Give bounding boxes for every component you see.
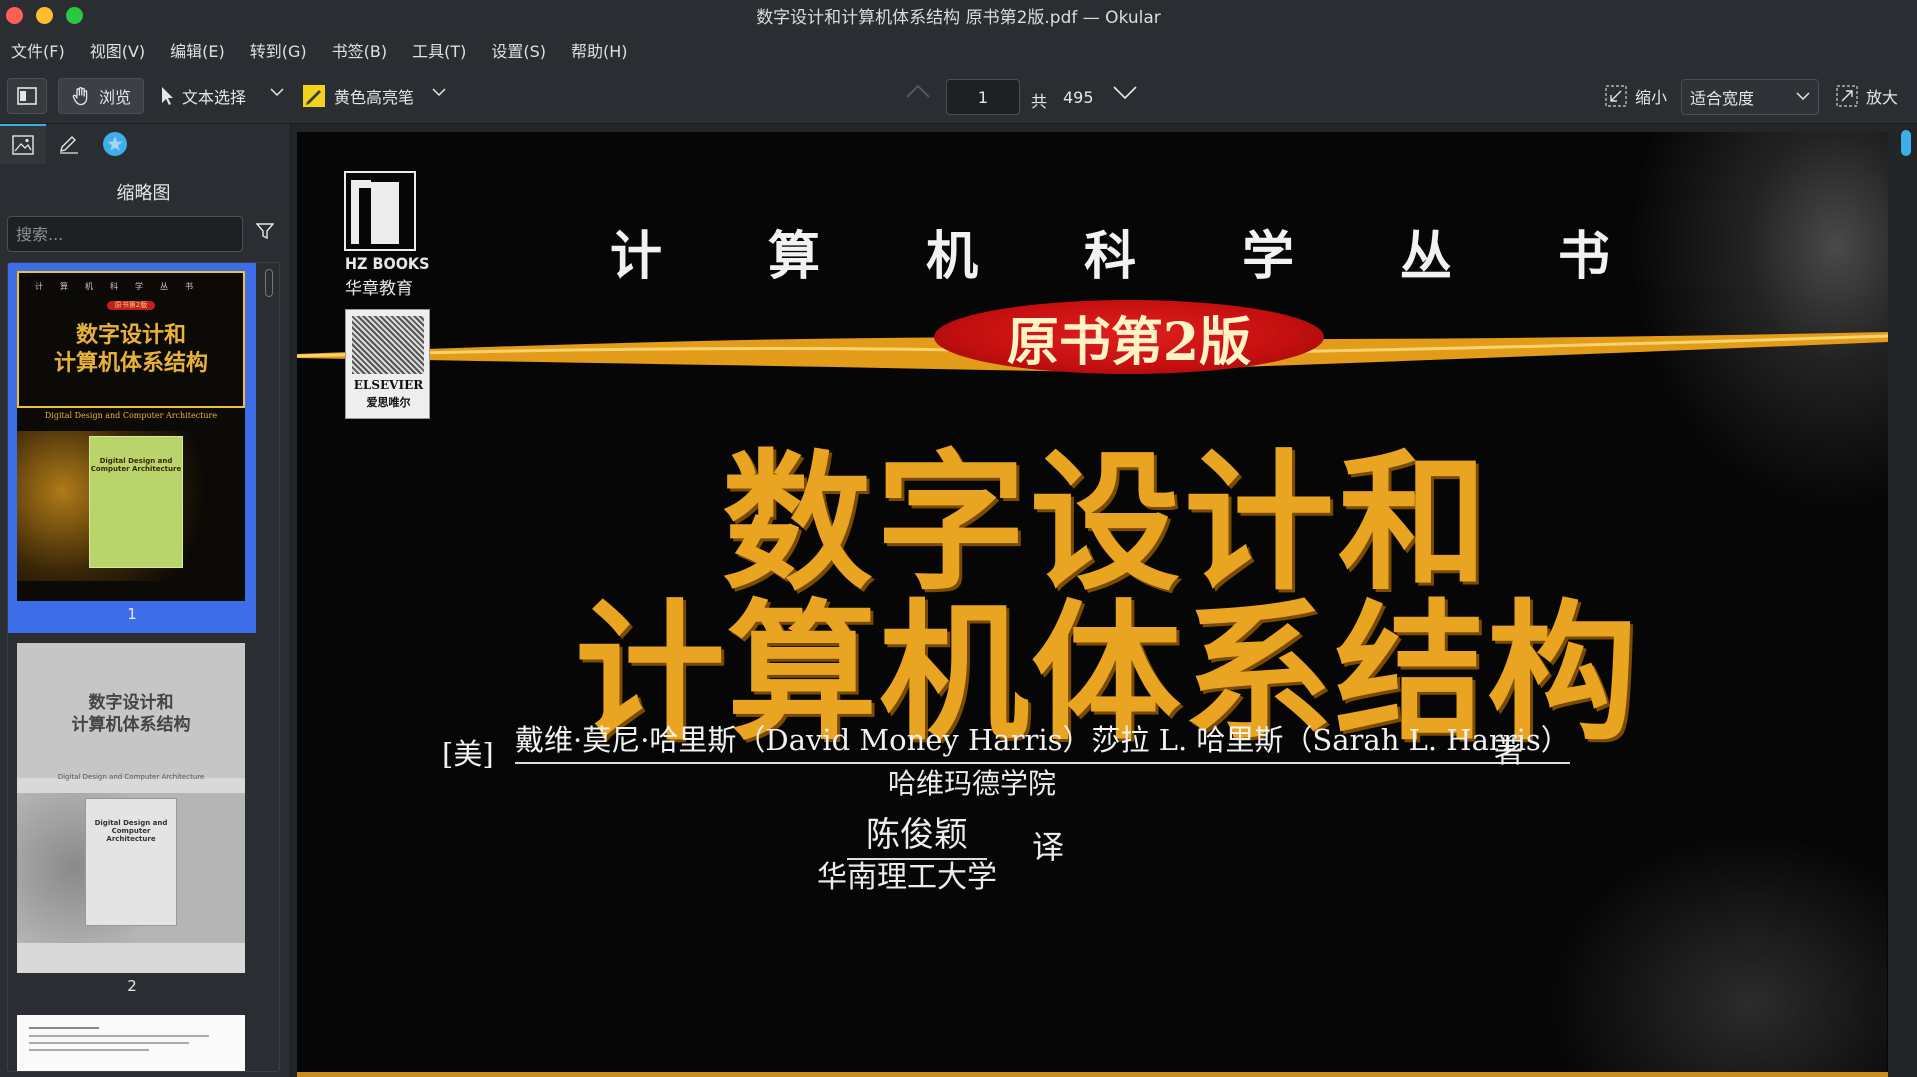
text-select-tool-button[interactable]: 文本选择 <box>160 78 246 114</box>
series-title: 计 算 机 科 学 丛 书 <box>610 214 1610 289</box>
author-names: 戴维·莫尼·哈里斯（David Money Harris）莎拉 L. 哈里斯（S… <box>515 717 1570 764</box>
menu-bookmarks[interactable]: 书签(B) <box>332 38 387 62</box>
highlighter-label: 黄色高亮笔 <box>334 88 415 107</box>
thumbnail-page-2[interactable]: 数字设计和 计算机体系结构 Digital Design and Compute… <box>8 635 256 1005</box>
sidebar-toggle-button[interactable] <box>7 78 47 114</box>
text-select-label: 文本选择 <box>182 88 247 107</box>
series-char: 学 <box>1241 227 1294 287</box>
menu-help[interactable]: 帮助(H) <box>571 38 628 62</box>
title-bar: 数字设计和计算机体系结构 原书第2版.pdf — Okular <box>0 0 1917 31</box>
thumbnail-inner-book-title: Digital Design and Computer Architecture <box>90 457 182 473</box>
thumbnail-scrollbar[interactable] <box>265 269 273 297</box>
series-char: 计 <box>610 227 663 287</box>
menu-edit[interactable]: 编辑(E) <box>170 38 225 62</box>
bookmark-star-icon <box>103 132 127 156</box>
series-char: 机 <box>925 227 978 287</box>
filter-icon[interactable] <box>256 222 274 240</box>
next-page-icon[interactable] <box>1112 85 1138 101</box>
thumbnail-page-3[interactable] <box>8 1007 256 1071</box>
elsevier-name: ELSEVIER <box>353 378 424 392</box>
thumbnail-inner-book-title: Digital Design and Computer Architecture <box>94 819 168 843</box>
menu-view[interactable]: 视图(V) <box>90 38 145 62</box>
thumbnail-title-line2: 计算机体系结构 <box>53 350 208 376</box>
page-of-label: 共 <box>1031 92 1048 111</box>
thumbnail-number: 1 <box>127 605 137 623</box>
thumbnail-series: 计算机科学丛书 <box>35 282 210 291</box>
marble-texture <box>1628 132 1888 512</box>
zoom-mode-select[interactable]: 适合宽度 <box>1681 79 1819 115</box>
menu-tools[interactable]: 工具(T) <box>412 38 466 62</box>
menu-bar: 文件(F) 视图(V) 编辑(E) 转到(G) 书签(B) 工具(T) 设置(S… <box>0 31 1917 69</box>
zoom-mode-value: 适合宽度 <box>1690 89 1755 108</box>
document-view[interactable]: HZ BOOKS 华章教育 计 算 机 科 学 丛 书 原书第2版 ELSEVI… <box>292 124 1917 1077</box>
left-sidebar: 缩略图 计算机科学丛书 原书第2版 数字设计和 计算机体系结构 Digital … <box>0 124 291 1077</box>
series-char: 丛 <box>1399 227 1452 287</box>
text-select-dropdown-icon[interactable] <box>270 87 284 97</box>
browse-label: 浏览 <box>99 88 132 107</box>
author-affiliation: 哈维玛德学院 <box>887 767 1056 800</box>
zoom-out-button[interactable]: 缩小 <box>1605 78 1667 114</box>
translator-suffix: 译 <box>1032 828 1065 866</box>
thumbnail-edition-badge: 原书第2版 <box>107 301 155 310</box>
marble-texture <box>1547 832 1887 1077</box>
series-char: 科 <box>1083 227 1136 287</box>
maximize-window-button[interactable] <box>66 7 83 24</box>
highlighter-dropdown-icon[interactable] <box>432 87 446 97</box>
elsevier-tree-icon <box>352 316 424 374</box>
window-title: 数字设计和计算机体系结构 原书第2版.pdf — Okular <box>756 8 1161 28</box>
zoom-in-button[interactable]: 放大 <box>1836 78 1898 114</box>
translator-affiliation: 华南理工大学 <box>817 860 997 895</box>
publisher-logo-text: HZ BOOKS <box>345 254 430 273</box>
highlighter-icon <box>303 85 325 107</box>
thumbnail-inner-book: Digital Design and Computer Architecture <box>85 798 177 926</box>
close-window-button[interactable] <box>6 7 23 24</box>
sidebar-heading: 缩略图 <box>116 183 171 204</box>
sidebar-tabs <box>0 124 291 164</box>
thumbnail-search-input[interactable] <box>7 216 243 252</box>
thumbnail-english-title: Digital Design and Computer Architecture <box>57 773 205 781</box>
hand-icon <box>72 87 88 106</box>
pen-icon <box>60 136 78 154</box>
menu-go[interactable]: 转到(G) <box>250 38 307 62</box>
zoom-in-label: 放大 <box>1866 88 1899 107</box>
window-controls <box>6 7 83 24</box>
page-total-count: 495 <box>1063 88 1094 107</box>
thumbnail-image <box>17 1015 245 1071</box>
page-number-input[interactable] <box>946 79 1020 115</box>
previous-page-icon[interactable] <box>905 83 931 99</box>
thumbnail-title-line2: 计算机体系结构 <box>71 715 191 735</box>
zoom-in-icon <box>1836 85 1858 107</box>
menu-file[interactable]: 文件(F) <box>11 38 65 62</box>
thumbnail-image: 计算机科学丛书 原书第2版 数字设计和 计算机体系结构 Digital Desi… <box>17 271 245 601</box>
series-char: 书 <box>1557 227 1610 287</box>
browse-tool-button[interactable]: 浏览 <box>58 78 144 114</box>
thumbnail-inner-book: Digital Design and Computer Architecture <box>89 436 183 568</box>
yellow-highlighter-button[interactable]: 黄色高亮笔 <box>302 78 414 114</box>
thumbnail-page-1[interactable]: 计算机科学丛书 原书第2版 数字设计和 计算机体系结构 Digital Desi… <box>8 263 256 633</box>
thumbnail-number: 2 <box>127 977 137 995</box>
page-bottom-band <box>297 1072 1888 1077</box>
thumbnail-english-title: Digital Design and Computer Architecture <box>44 411 218 420</box>
sidebar-icon <box>17 87 37 105</box>
thumbnail-footer <box>17 583 245 601</box>
minimize-window-button[interactable] <box>36 7 53 24</box>
image-icon <box>12 135 34 155</box>
menu-settings[interactable]: 设置(S) <box>491 38 546 62</box>
pdf-page-1: HZ BOOKS 华章教育 计 算 机 科 学 丛 书 原书第2版 ELSEVI… <box>297 132 1888 1077</box>
tab-thumbnails[interactable] <box>0 124 46 164</box>
publisher-name-cn: 华章教育 <box>345 279 413 299</box>
cursor-arrow-icon <box>162 87 173 105</box>
main-toolbar: 浏览 文本选择 黄色高亮笔 共 495 缩小 适合宽度 放大 <box>0 69 1917 124</box>
chevron-down-icon <box>1796 92 1810 101</box>
series-char: 算 <box>767 227 820 287</box>
zoom-out-label: 缩小 <box>1635 88 1668 107</box>
document-scrollbar[interactable] <box>1901 130 1911 156</box>
thumbnail-image: 数字设计和 计算机体系结构 Digital Design and Compute… <box>17 643 245 973</box>
zoom-out-icon <box>1605 85 1627 107</box>
tab-annotations[interactable] <box>46 124 92 164</box>
tab-bookmarks[interactable] <box>92 124 138 164</box>
edition-badge: 原书第2版 <box>934 300 1324 374</box>
thumbnail-list[interactable]: 计算机科学丛书 原书第2版 数字设计和 计算机体系结构 Digital Desi… <box>7 262 280 1072</box>
